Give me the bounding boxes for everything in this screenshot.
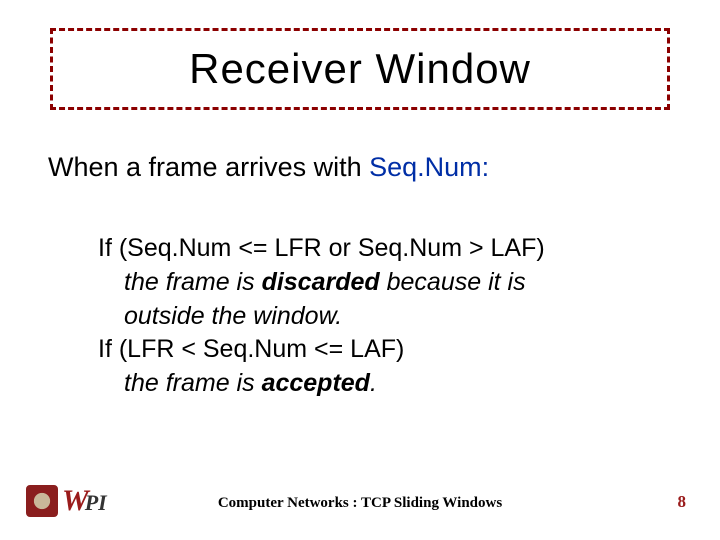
page-number: 8 xyxy=(678,492,687,512)
body-accepted: accepted xyxy=(262,369,370,397)
body-line-1: If (Seq.Num <= LFR or Seq.Num > LAF) xyxy=(98,232,545,266)
body-discarded: discarded xyxy=(262,268,380,296)
body-line-2c: because it is xyxy=(380,268,526,296)
body-line-3: outside the window. xyxy=(124,300,545,334)
intro-line: When a frame arrives with Seq.Num: xyxy=(48,152,489,183)
body-block: If (Seq.Num <= LFR or Seq.Num > LAF) the… xyxy=(98,232,545,401)
body-line-2a: the frame is xyxy=(124,268,262,296)
footer: WPI Computer Networks : TCP Sliding Wind… xyxy=(0,478,720,518)
slide-title-box: Receiver Window xyxy=(50,28,670,110)
slide-title: Receiver Window xyxy=(189,45,531,93)
intro-prefix: When a frame arrives with xyxy=(48,152,369,182)
footer-title: Computer Networks : TCP Sliding Windows xyxy=(0,495,720,512)
body-line-2: the frame is discarded because it is xyxy=(124,266,545,300)
intro-seqnum: Seq.Num: xyxy=(369,152,489,182)
body-line-4: If (LFR < Seq.Num <= LAF) xyxy=(98,333,545,367)
body-line-5: the frame is accepted. xyxy=(124,367,545,401)
body-line-5a: the frame is xyxy=(124,369,262,397)
body-line-5c: . xyxy=(370,369,377,397)
